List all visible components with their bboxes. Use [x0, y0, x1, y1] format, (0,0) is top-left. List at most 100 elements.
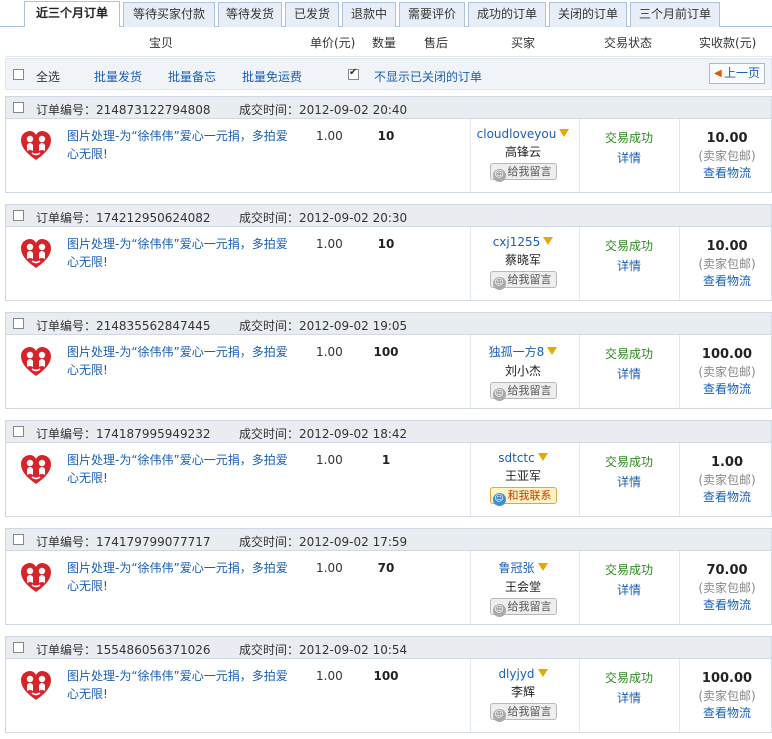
leave-message-button[interactable]: ☺ 和我联系 — [489, 487, 557, 506]
order-checkbox[interactable] — [13, 102, 24, 113]
free-shipping-note: (卖家包邮) — [698, 473, 756, 487]
buyer-nick-link[interactable]: 鲁冠张 — [498, 561, 534, 575]
filter-icon[interactable] — [559, 129, 570, 137]
order-detail-link[interactable]: 详情 — [579, 257, 679, 274]
buyer-nick-link[interactable]: cloudloveyou — [477, 127, 557, 141]
status-cell: 交易成功 详情 — [579, 561, 679, 598]
unit-price: 1.00 — [316, 669, 343, 683]
tab-recent-three-months[interactable]: 近三个月订单 — [24, 1, 120, 28]
leave-message-button[interactable]: ☺ 给我留言 — [489, 382, 557, 401]
item-title-link[interactable]: 图片处理-为“徐伟伟”爱心一元捐，多拍爱心无限! — [67, 235, 297, 271]
paid-amount: 100.00 — [701, 347, 753, 362]
order-header: 订单编号：174187995949232 成交时间：2012-09-02 18:… — [6, 421, 771, 443]
trade-status: 交易成功 — [604, 239, 653, 253]
item-title-link[interactable]: 图片处理-为“徐伟伟”爱心一元捐，多拍爱心无限! — [67, 667, 297, 703]
leave-message-button[interactable]: ☺ 给我留言 — [489, 598, 557, 617]
free-shipping-note: (卖家包邮) — [698, 257, 756, 271]
order-detail-link[interactable]: 详情 — [579, 149, 679, 166]
status-cell: 交易成功 详情 — [579, 129, 679, 166]
order-checkbox[interactable] — [13, 642, 24, 653]
order-checkbox[interactable] — [13, 318, 24, 329]
status-cell: 交易成功 详情 — [579, 453, 679, 490]
view-logistics-link[interactable]: 查看物流 — [681, 596, 772, 613]
free-shipping-note: (卖家包邮) — [698, 149, 756, 163]
wangwang-icon: ☺ — [492, 604, 506, 617]
charity-heart-logo-icon[interactable] — [18, 343, 54, 379]
order-detail-link[interactable]: 详情 — [579, 581, 679, 598]
divider — [679, 335, 680, 408]
leave-message-button[interactable]: ☺ 给我留言 — [489, 703, 557, 722]
order-number: 订单编号：214835562847445 — [36, 319, 211, 333]
buyer-cell: cxj1255 蔡晓军 ☺ 给我留言 — [468, 235, 578, 290]
charity-heart-logo-icon[interactable] — [18, 559, 54, 595]
order-detail-link[interactable]: 详情 — [579, 365, 679, 382]
divider — [679, 659, 680, 732]
order-header: 订单编号：214873122794808 成交时间：2012-09-02 20:… — [6, 97, 771, 119]
col-item: 宝贝 — [149, 36, 174, 50]
buyer-nick-link[interactable]: dlyjyd — [498, 667, 534, 681]
order-checkbox[interactable] — [13, 426, 24, 437]
order-time: 成交时间：2012-09-02 19:05 — [239, 319, 408, 333]
tab-awaiting-payment[interactable]: 等待买家付款 — [123, 2, 215, 27]
order-checkbox[interactable] — [13, 210, 24, 221]
charity-heart-logo-icon[interactable] — [18, 667, 54, 703]
wangwang-icon: ☺ — [492, 169, 506, 182]
filter-icon[interactable] — [537, 453, 548, 461]
view-logistics-link[interactable]: 查看物流 — [681, 380, 772, 397]
filter-icon[interactable] — [543, 237, 554, 245]
charity-heart-logo-icon[interactable] — [18, 235, 54, 271]
buyer-name: 王会堂 — [504, 580, 541, 594]
order-time: 成交时间：2012-09-02 17:59 — [239, 535, 408, 549]
filter-icon[interactable] — [537, 669, 548, 677]
buyer-nick-link[interactable]: sdtctc — [498, 451, 534, 465]
leave-message-button[interactable]: ☺ 给我留言 — [489, 163, 557, 182]
hide-closed-label[interactable]: 不显示已关闭的订单 — [374, 68, 482, 85]
view-logistics-link[interactable]: 查看物流 — [681, 704, 772, 721]
wangwang-icon: ☺ — [492, 277, 506, 290]
paid-cell: 10.00 (卖家包邮) 查看物流 — [681, 131, 772, 181]
tab-successful[interactable]: 成功的订单 — [468, 2, 546, 27]
tab-awaiting-shipment[interactable]: 等待发货 — [218, 2, 282, 27]
unit-price: 1.00 — [316, 453, 343, 467]
paid-amount: 10.00 — [706, 131, 748, 146]
tab-shipped[interactable]: 已发货 — [285, 2, 339, 27]
tab-need-review[interactable]: 需要评价 — [399, 2, 465, 27]
prev-page-button[interactable]: ◀ 上一页 — [709, 63, 765, 84]
buyer-nick-link[interactable]: 独孤一方8 — [489, 345, 545, 359]
filter-icon[interactable] — [547, 347, 558, 355]
order-detail-link[interactable]: 详情 — [579, 473, 679, 490]
item-title-link[interactable]: 图片处理-为“徐伟伟”爱心一元捐，多拍爱心无限! — [67, 127, 297, 163]
tab-older-orders[interactable]: 三个月前订单 — [630, 2, 720, 27]
order-header: 订单编号：155486056371026 成交时间：2012-09-02 10:… — [6, 637, 771, 659]
item-title-link[interactable]: 图片处理-为“徐伟伟”爱心一元捐，多拍爱心无限! — [67, 343, 297, 379]
select-all-checkbox[interactable] — [13, 69, 24, 80]
batch-free-shipping-link[interactable]: 批量免运费 — [242, 68, 302, 85]
tab-refunding[interactable]: 退款中 — [342, 2, 396, 27]
charity-heart-logo-icon[interactable] — [18, 451, 54, 487]
view-logistics-link[interactable]: 查看物流 — [681, 272, 772, 289]
view-logistics-link[interactable]: 查看物流 — [681, 488, 772, 505]
trade-status: 交易成功 — [604, 563, 653, 577]
leave-message-button[interactable]: ☺ 给我留言 — [489, 271, 557, 290]
col-price: 单价(元) — [310, 36, 356, 50]
hide-closed-checkbox[interactable] — [348, 67, 359, 80]
order-header: 订单编号：174179799077717 成交时间：2012-09-02 17:… — [6, 529, 771, 551]
paid-cell: 70.00 (卖家包邮) 查看物流 — [681, 563, 772, 613]
item-title-link[interactable]: 图片处理-为“徐伟伟”爱心一元捐，多拍爱心无限! — [67, 451, 297, 487]
batch-memo-link[interactable]: 批量备忘 — [168, 68, 216, 85]
trade-status: 交易成功 — [604, 455, 653, 469]
tab-closed[interactable]: 关闭的订单 — [549, 2, 627, 27]
batch-ship-link[interactable]: 批量发货 — [94, 68, 142, 85]
order-checkbox[interactable] — [13, 534, 24, 545]
order-detail-link[interactable]: 详情 — [579, 689, 679, 706]
view-logistics-link[interactable]: 查看物流 — [681, 164, 772, 181]
paid-amount: 10.00 — [706, 239, 748, 254]
free-shipping-note: (卖家包邮) — [698, 365, 756, 379]
order-body: 图片处理-为“徐伟伟”爱心一元捐，多拍爱心无限! 1.00 100 独孤一方8 … — [6, 335, 771, 408]
item-title-link[interactable]: 图片处理-为“徐伟伟”爱心一元捐，多拍爱心无限! — [67, 559, 297, 595]
filter-icon[interactable] — [537, 563, 548, 571]
buyer-nick-link[interactable]: cxj1255 — [493, 235, 541, 249]
quantity: 1 — [381, 453, 391, 467]
buyer-cell: dlyjyd 李辉 ☺ 给我留言 — [468, 667, 578, 722]
charity-heart-logo-icon[interactable] — [18, 127, 54, 163]
